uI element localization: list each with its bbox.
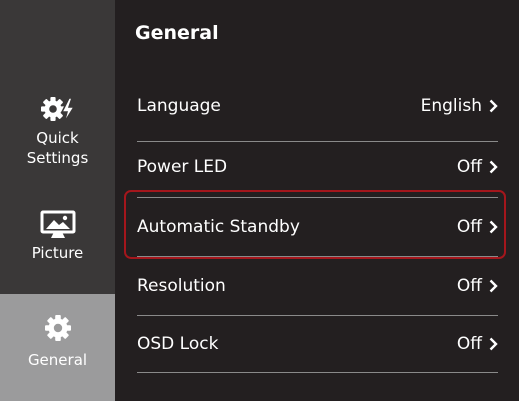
sidebar-item-quick-settings[interactable]: Quick Settings xyxy=(0,88,115,188)
row-value: Off xyxy=(457,334,498,354)
row-value-text: Off xyxy=(456,276,482,296)
menu-row-automatic-standby[interactable]: Automatic Standby Off xyxy=(137,199,498,255)
menu-row-power-led[interactable]: Power LED Off xyxy=(137,139,498,195)
settings-panel: General Language English Power LED Off A… xyxy=(115,0,519,401)
row-value: Off xyxy=(457,217,498,237)
row-label: Language xyxy=(137,96,221,116)
row-value-text: Off xyxy=(456,157,482,177)
row-value: English xyxy=(421,96,498,116)
menu-row-resolution[interactable]: Resolution Off xyxy=(137,258,498,314)
sidebar-item-general[interactable]: General xyxy=(0,294,115,401)
page-title: General xyxy=(135,22,219,44)
monitor-picture-icon xyxy=(40,210,75,238)
menu-row-osd-lock[interactable]: OSD Lock Off xyxy=(137,316,498,372)
row-value: Off xyxy=(457,157,498,177)
row-value-text: English xyxy=(420,96,482,116)
gear-icon xyxy=(44,315,71,341)
chevron-right-icon xyxy=(489,279,498,293)
row-value-text: Off xyxy=(456,334,482,354)
row-value: Off xyxy=(457,276,498,296)
row-label: Resolution xyxy=(137,276,226,296)
row-label: Automatic Standby xyxy=(137,217,300,237)
sidebar-item-picture[interactable]: Picture xyxy=(0,205,115,285)
sidebar-item-label: Picture xyxy=(31,244,84,262)
chevron-right-icon xyxy=(489,220,498,234)
sidebar-item-label: General xyxy=(27,351,88,369)
sidebar-item-label: Quick Settings xyxy=(26,129,89,167)
quick-settings-gear-bolt-icon xyxy=(40,97,75,124)
menu-row-language[interactable]: Language English xyxy=(137,78,498,134)
divider xyxy=(137,372,498,373)
chevron-right-icon xyxy=(489,160,498,174)
divider xyxy=(137,256,498,257)
sidebar: Quick Settings Picture General xyxy=(0,0,115,401)
chevron-right-icon xyxy=(489,337,498,351)
row-label: Power LED xyxy=(137,157,228,177)
row-label: OSD Lock xyxy=(137,334,219,354)
chevron-right-icon xyxy=(489,99,498,113)
row-value-text: Off xyxy=(456,217,482,237)
